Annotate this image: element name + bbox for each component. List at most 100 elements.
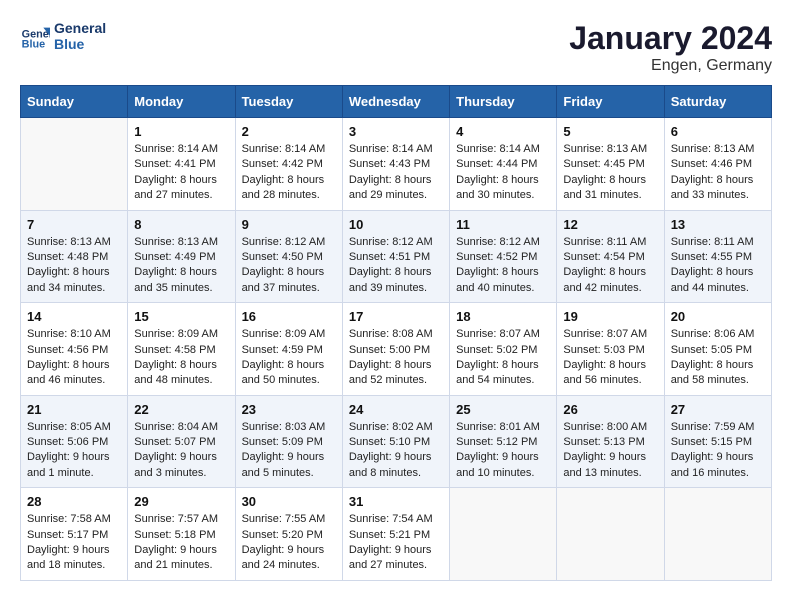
day-info: Sunrise: 8:02 AMSunset: 5:10 PMDaylight:… bbox=[349, 420, 443, 482]
day-info: Sunrise: 8:13 AMSunset: 4:45 PMDaylight:… bbox=[563, 142, 657, 204]
calendar-cell bbox=[664, 488, 771, 581]
calendar-cell: 20 Sunrise: 8:06 AMSunset: 5:05 PMDayligh… bbox=[664, 303, 771, 396]
calendar-cell: 5Sunrise: 8:13 AMSunset: 4:45 PMDaylight… bbox=[557, 118, 664, 211]
calendar-cell: 12 Sunrise: 8:11 AMSunset: 4:54 PMDayligh… bbox=[557, 210, 664, 303]
header-cell-tuesday: Tuesday bbox=[235, 86, 342, 118]
calendar-cell: 4 Sunrise: 8:14 AMSunset: 4:44 PMDaylight… bbox=[450, 118, 557, 211]
calendar-cell: 3 Sunrise: 8:14 AMSunset: 4:43 PMDaylight… bbox=[342, 118, 449, 211]
day-number: 17 bbox=[349, 309, 443, 324]
day-info: Sunrise: 8:13 AMSunset: 4:48 PMDaylight:… bbox=[27, 235, 121, 297]
calendar-cell: 27 Sunrise: 7:59 AMSunset: 5:15 PMDayligh… bbox=[664, 395, 771, 488]
day-number: 11 bbox=[456, 217, 550, 232]
day-number: 10 bbox=[349, 217, 443, 232]
calendar-cell: 2 Sunrise: 8:14 AMSunset: 4:42 PMDaylight… bbox=[235, 118, 342, 211]
day-info: Sunrise: 8:05 AMSunset: 5:06 PMDaylight:… bbox=[27, 420, 121, 482]
day-number: 4 bbox=[456, 124, 550, 139]
day-number: 31 bbox=[349, 494, 443, 509]
day-info: Sunrise: 8:14 AMSunset: 4:41 PMDaylight:… bbox=[134, 142, 228, 204]
calendar-cell: 10Sunrise: 8:12 AMSunset: 4:51 PMDayligh… bbox=[342, 210, 449, 303]
day-info: Sunrise: 8:13 AMSunset: 4:46 PMDaylight:… bbox=[671, 142, 765, 204]
day-number: 9 bbox=[242, 217, 336, 232]
day-info: Sunrise: 8:12 AMSunset: 4:52 PMDaylight:… bbox=[456, 235, 550, 297]
day-info: Sunrise: 7:58 AMSunset: 5:17 PMDaylight:… bbox=[27, 512, 121, 574]
calendar-body: 1 Sunrise: 8:14 AMSunset: 4:41 PMDaylight… bbox=[21, 118, 772, 581]
calendar-cell: 16 Sunrise: 8:09 AMSunset: 4:59 PMDayligh… bbox=[235, 303, 342, 396]
day-info: Sunrise: 8:06 AMSunset: 5:05 PMDaylight:… bbox=[671, 327, 765, 389]
calendar-cell bbox=[450, 488, 557, 581]
day-number: 18 bbox=[456, 309, 550, 324]
week-row-5: 28 Sunrise: 7:58 AMSunset: 5:17 PMDayligh… bbox=[21, 488, 772, 581]
calendar-cell: 17 Sunrise: 8:08 AMSunset: 5:00 PMDayligh… bbox=[342, 303, 449, 396]
week-row-2: 7 Sunrise: 8:13 AMSunset: 4:48 PMDaylight… bbox=[21, 210, 772, 303]
day-info: Sunrise: 8:08 AMSunset: 5:00 PMDaylight:… bbox=[349, 327, 443, 389]
day-info: Sunrise: 8:11 AMSunset: 4:54 PMDaylight:… bbox=[563, 235, 657, 297]
calendar-cell: 30Sunrise: 7:55 AMSunset: 5:20 PMDayligh… bbox=[235, 488, 342, 581]
header-cell-monday: Monday bbox=[128, 86, 235, 118]
calendar-cell: 1 Sunrise: 8:14 AMSunset: 4:41 PMDaylight… bbox=[128, 118, 235, 211]
main-title: January 2024 bbox=[569, 20, 772, 57]
day-number: 15 bbox=[134, 309, 228, 324]
calendar-cell: 24 Sunrise: 8:02 AMSunset: 5:10 PMDayligh… bbox=[342, 395, 449, 488]
day-info: Sunrise: 8:09 AMSunset: 4:58 PMDaylight:… bbox=[134, 327, 228, 389]
day-number: 7 bbox=[27, 217, 121, 232]
day-number: 29 bbox=[134, 494, 228, 509]
header-cell-sunday: Sunday bbox=[21, 86, 128, 118]
calendar-cell: 14 Sunrise: 8:10 AMSunset: 4:56 PMDayligh… bbox=[21, 303, 128, 396]
week-row-3: 14 Sunrise: 8:10 AMSunset: 4:56 PMDayligh… bbox=[21, 303, 772, 396]
logo-icon: General Blue bbox=[20, 21, 50, 51]
day-number: 28 bbox=[27, 494, 121, 509]
day-info: Sunrise: 8:14 AMSunset: 4:43 PMDaylight:… bbox=[349, 142, 443, 204]
day-number: 3 bbox=[349, 124, 443, 139]
day-info: Sunrise: 8:07 AMSunset: 5:02 PMDaylight:… bbox=[456, 327, 550, 389]
day-info: Sunrise: 8:14 AMSunset: 4:42 PMDaylight:… bbox=[242, 142, 336, 204]
day-number: 26 bbox=[563, 402, 657, 417]
day-info: Sunrise: 7:59 AMSunset: 5:15 PMDaylight:… bbox=[671, 420, 765, 482]
day-info: Sunrise: 8:13 AMSunset: 4:49 PMDaylight:… bbox=[134, 235, 228, 297]
calendar-cell: 28 Sunrise: 7:58 AMSunset: 5:17 PMDayligh… bbox=[21, 488, 128, 581]
day-number: 21 bbox=[27, 402, 121, 417]
calendar-cell: 6Sunrise: 8:13 AMSunset: 4:46 PMDaylight… bbox=[664, 118, 771, 211]
page-header: General Blue General Blue January 2024 E… bbox=[20, 20, 772, 75]
calendar-cell: 22Sunrise: 8:04 AMSunset: 5:07 PMDayligh… bbox=[128, 395, 235, 488]
day-number: 12 bbox=[563, 217, 657, 232]
calendar-cell: 8Sunrise: 8:13 AMSunset: 4:49 PMDaylight… bbox=[128, 210, 235, 303]
calendar-cell: 11 Sunrise: 8:12 AMSunset: 4:52 PMDayligh… bbox=[450, 210, 557, 303]
day-number: 14 bbox=[27, 309, 121, 324]
header-cell-saturday: Saturday bbox=[664, 86, 771, 118]
calendar-cell: 31 Sunrise: 7:54 AMSunset: 5:21 PMDayligh… bbox=[342, 488, 449, 581]
logo-line1: General bbox=[54, 20, 106, 36]
day-number: 13 bbox=[671, 217, 765, 232]
day-info: Sunrise: 8:10 AMSunset: 4:56 PMDaylight:… bbox=[27, 327, 121, 389]
calendar-cell: 15 Sunrise: 8:09 AMSunset: 4:58 PMDayligh… bbox=[128, 303, 235, 396]
svg-text:Blue: Blue bbox=[22, 39, 45, 51]
day-info: Sunrise: 8:07 AMSunset: 5:03 PMDaylight:… bbox=[563, 327, 657, 389]
day-number: 20 bbox=[671, 309, 765, 324]
day-info: Sunrise: 8:03 AMSunset: 5:09 PMDaylight:… bbox=[242, 420, 336, 482]
day-number: 24 bbox=[349, 402, 443, 417]
logo-line2: Blue bbox=[54, 36, 106, 52]
calendar-cell: 9 Sunrise: 8:12 AMSunset: 4:50 PMDaylight… bbox=[235, 210, 342, 303]
title-block: January 2024 Engen, Germany bbox=[569, 20, 772, 75]
calendar-cell: 19Sunrise: 8:07 AMSunset: 5:03 PMDayligh… bbox=[557, 303, 664, 396]
calendar-table: SundayMondayTuesdayWednesdayThursdayFrid… bbox=[20, 85, 772, 581]
day-info: Sunrise: 8:14 AMSunset: 4:44 PMDaylight:… bbox=[456, 142, 550, 204]
week-row-4: 21 Sunrise: 8:05 AMSunset: 5:06 PMDayligh… bbox=[21, 395, 772, 488]
day-number: 16 bbox=[242, 309, 336, 324]
calendar-cell: 29 Sunrise: 7:57 AMSunset: 5:18 PMDayligh… bbox=[128, 488, 235, 581]
day-info: Sunrise: 8:00 AMSunset: 5:13 PMDaylight:… bbox=[563, 420, 657, 482]
day-info: Sunrise: 8:11 AMSunset: 4:55 PMDaylight:… bbox=[671, 235, 765, 297]
day-info: Sunrise: 8:12 AMSunset: 4:50 PMDaylight:… bbox=[242, 235, 336, 297]
day-info: Sunrise: 8:09 AMSunset: 4:59 PMDaylight:… bbox=[242, 327, 336, 389]
day-info: Sunrise: 7:54 AMSunset: 5:21 PMDaylight:… bbox=[349, 512, 443, 574]
day-number: 27 bbox=[671, 402, 765, 417]
calendar-cell: 7 Sunrise: 8:13 AMSunset: 4:48 PMDaylight… bbox=[21, 210, 128, 303]
day-info: Sunrise: 8:01 AMSunset: 5:12 PMDaylight:… bbox=[456, 420, 550, 482]
day-number: 1 bbox=[134, 124, 228, 139]
day-info: Sunrise: 7:57 AMSunset: 5:18 PMDaylight:… bbox=[134, 512, 228, 574]
week-row-1: 1 Sunrise: 8:14 AMSunset: 4:41 PMDaylight… bbox=[21, 118, 772, 211]
calendar-cell: 21 Sunrise: 8:05 AMSunset: 5:06 PMDayligh… bbox=[21, 395, 128, 488]
header-cell-wednesday: Wednesday bbox=[342, 86, 449, 118]
calendar-cell bbox=[557, 488, 664, 581]
logo: General Blue General Blue bbox=[20, 20, 106, 52]
day-number: 2 bbox=[242, 124, 336, 139]
